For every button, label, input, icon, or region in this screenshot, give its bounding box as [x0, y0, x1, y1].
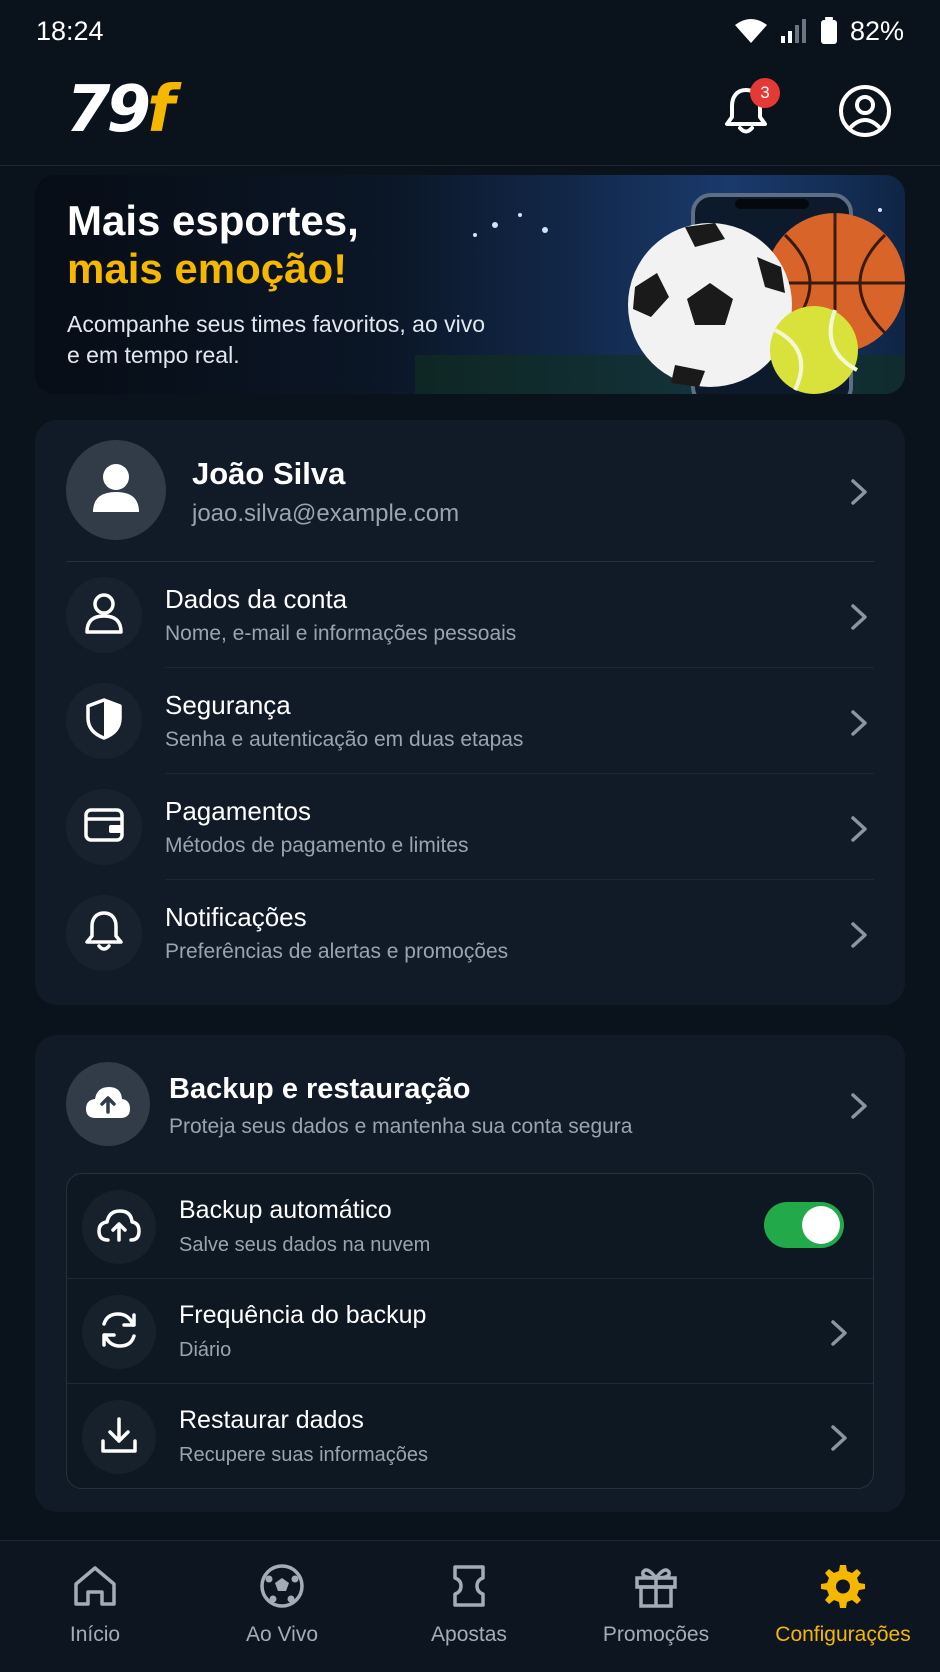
- battery-percent: 82%: [849, 15, 904, 46]
- nav-label: Configurações: [775, 1623, 911, 1646]
- backup-subtitle: Proteja seus dados e mantenha sua conta …: [169, 1115, 633, 1138]
- menu-item-subtitle: Senha e autenticação em duas etapas: [165, 728, 524, 751]
- status-icons: 82%: [734, 16, 904, 47]
- gift-icon: [631, 1561, 681, 1611]
- chevron-right-icon: [847, 1092, 871, 1119]
- banner-title-highlight: mais emoção!: [67, 245, 348, 292]
- menu-item-subtitle: Nome, e-mail e informações pessoais: [165, 622, 517, 645]
- backup-icon-wrap: [66, 1062, 150, 1146]
- sub-item-title: Backup automático: [179, 1196, 392, 1224]
- sports-balls-illustration: [628, 193, 905, 394]
- account-card: João Silva joao.silva@example.com Dados …: [35, 420, 905, 1005]
- nav-item-settings[interactable]: Configurações: [749, 1541, 937, 1672]
- sub-item-title: Restaurar dados: [179, 1406, 364, 1434]
- menu-item-subtitle: Preferências de alertas e promoções: [165, 940, 509, 963]
- sub-icon-wrap: [82, 1295, 156, 1369]
- chevron-right-icon: [827, 1319, 851, 1346]
- gear-icon: [818, 1561, 868, 1611]
- backup-title: Backup e restauração: [169, 1073, 471, 1105]
- nav-label: Apostas: [431, 1623, 507, 1646]
- ticket-icon: [444, 1561, 494, 1611]
- promo-banner[interactable]: Mais esportes, mais emoção! Acompanhe se…: [35, 175, 905, 394]
- menu-item-subtitle: Métodos de pagamento e limites: [165, 834, 469, 857]
- app-logo[interactable]: 79f: [66, 78, 175, 142]
- profile-name: João Silva: [192, 456, 346, 491]
- menu-icon-wrap: [66, 577, 142, 653]
- nav-item-promotions[interactable]: Promoções: [562, 1541, 750, 1672]
- sub-icon-wrap: [82, 1400, 156, 1474]
- user-circle-icon: [838, 85, 892, 142]
- sub-item-subtitle: Recupere suas informações: [179, 1444, 429, 1466]
- bell-icon: [84, 909, 124, 958]
- nav-item-live[interactable]: Ao Vivo: [188, 1541, 376, 1672]
- auto-backup-toggle[interactable]: [764, 1202, 844, 1248]
- sub-item-title: Frequência do backup: [179, 1301, 427, 1329]
- menu-item-title: Segurança: [165, 690, 291, 720]
- download-icon: [99, 1415, 139, 1460]
- chevron-right-icon: [847, 603, 871, 630]
- signal-icon: [780, 18, 808, 44]
- soccer-ball-icon: [257, 1561, 307, 1611]
- toggle-knob: [802, 1206, 840, 1244]
- profile-summary-row[interactable]: João Silva joao.silva@example.com: [35, 420, 905, 562]
- status-bar: 18:24 82%: [0, 0, 940, 62]
- restore-data-row[interactable]: Restaurar dados Recupere suas informaçõe…: [67, 1384, 873, 1489]
- sub-item-subtitle: Salve seus dados na nuvem: [179, 1234, 431, 1256]
- menu-item-title: Pagamentos: [165, 796, 311, 826]
- wallet-icon: [83, 807, 125, 848]
- refresh-icon: [98, 1309, 140, 1356]
- battery-icon: [820, 17, 838, 45]
- backup-options-box: Backup automático Salve seus dados na nu…: [66, 1173, 874, 1489]
- menu-item-security[interactable]: Segurança Senha e autenticação em duas e…: [35, 668, 905, 774]
- menu-item-notifications[interactable]: Notificações Preferências de alertas e p…: [35, 880, 905, 986]
- nav-label: Início: [69, 1623, 121, 1646]
- sub-item-subtitle: Diário: [179, 1339, 232, 1361]
- profile-button[interactable]: [838, 84, 894, 140]
- app-header: 79f 3: [0, 62, 940, 166]
- menu-item-title: Notificações: [165, 902, 307, 932]
- nav-item-bets[interactable]: Apostas: [375, 1541, 563, 1672]
- chevron-right-icon: [847, 815, 871, 842]
- cloud-upload-icon: [84, 1084, 132, 1125]
- notifications-button[interactable]: 3: [718, 78, 780, 140]
- chevron-right-icon: [847, 709, 871, 736]
- wifi-icon: [734, 18, 768, 44]
- cloud-upload-icon: [96, 1207, 142, 1248]
- banner-subtitle: Acompanhe seus times favoritos, ao vivo …: [67, 311, 486, 368]
- chevron-right-icon: [847, 921, 871, 948]
- home-icon: [70, 1561, 120, 1611]
- backup-card: Backup e restauração Proteja seus dados …: [35, 1035, 905, 1512]
- backup-auto-row[interactable]: Backup automático Salve seus dados na nu…: [67, 1174, 873, 1279]
- logo-number: 79: [66, 73, 151, 147]
- banner-title: Mais esportes,: [67, 197, 359, 244]
- avatar: [66, 440, 166, 540]
- menu-item-account-data[interactable]: Dados da conta Nome, e-mail e informaçõe…: [35, 562, 905, 668]
- chevron-right-icon: [827, 1424, 851, 1451]
- user-icon: [84, 592, 124, 639]
- menu-item-payments[interactable]: Pagamentos Métodos de pagamento e limite…: [35, 774, 905, 880]
- nav-label: Promoções: [602, 1623, 710, 1646]
- menu-item-title: Dados da conta: [165, 584, 348, 614]
- menu-icon-wrap: [66, 683, 142, 759]
- backup-frequency-row[interactable]: Frequência do backup Diário: [67, 1279, 873, 1384]
- nav-label: Ao Vivo: [246, 1623, 318, 1646]
- backup-header-row[interactable]: Backup e restauração Proteja seus dados …: [35, 1035, 905, 1170]
- bottom-nav: Início Ao Vivo Apostas Promoções Configu…: [0, 1540, 940, 1672]
- person-icon: [91, 462, 141, 519]
- sub-icon-wrap: [82, 1190, 156, 1264]
- shield-icon: [84, 697, 124, 746]
- notification-badge: 3: [750, 78, 780, 108]
- chevron-right-icon: [847, 478, 871, 505]
- status-time: 18:24: [36, 15, 104, 46]
- menu-icon-wrap: [66, 895, 142, 971]
- nav-item-home[interactable]: Início: [1, 1541, 189, 1672]
- profile-email: joao.silva@example.com: [192, 500, 460, 527]
- menu-icon-wrap: [66, 789, 142, 865]
- logo-letter: f: [147, 73, 175, 147]
